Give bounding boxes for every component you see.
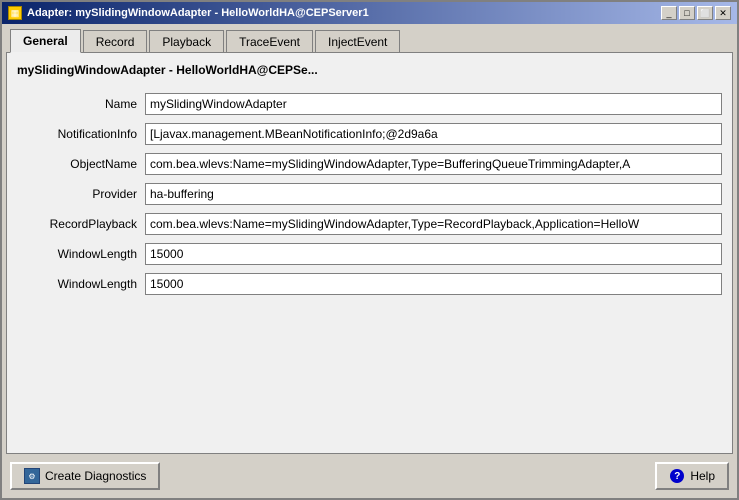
input-objectname[interactable]: com.bea.wlevs:Name=mySlidingWindowAdapte… bbox=[145, 153, 722, 175]
form-area: Name mySlidingWindowAdapter Notification… bbox=[17, 93, 722, 443]
input-notificationinfo[interactable]: [Ljavax.management.MBeanNotificationInfo… bbox=[145, 123, 722, 145]
form-row-objectname: ObjectName com.bea.wlevs:Name=mySlidingW… bbox=[17, 153, 722, 175]
tab-playback[interactable]: Playback bbox=[149, 30, 224, 53]
label-objectname: ObjectName bbox=[17, 157, 137, 171]
input-provider[interactable]: ha-buffering bbox=[145, 183, 722, 205]
diagnostics-icon: ⚙ bbox=[24, 468, 40, 484]
main-window: ▦ Adapter: mySlidingWindowAdapter - Hell… bbox=[0, 0, 739, 500]
form-row-name: Name mySlidingWindowAdapter bbox=[17, 93, 722, 115]
maximize-button[interactable]: ⬜ bbox=[697, 6, 713, 20]
form-row-recordplayback: RecordPlayback com.bea.wlevs:Name=mySlid… bbox=[17, 213, 722, 235]
input-name[interactable]: mySlidingWindowAdapter bbox=[145, 93, 722, 115]
title-bar-left: ▦ Adapter: mySlidingWindowAdapter - Hell… bbox=[8, 6, 369, 20]
help-label: Help bbox=[690, 469, 715, 483]
label-windowlength2: WindowLength bbox=[17, 277, 137, 291]
help-icon: ? bbox=[669, 468, 685, 484]
title-buttons: _ □ ⬜ ✕ bbox=[661, 6, 731, 20]
label-windowlength1: WindowLength bbox=[17, 247, 137, 261]
window-icon: ▦ bbox=[8, 6, 22, 20]
input-windowlength1[interactable]: 15000 bbox=[145, 243, 722, 265]
window-title: Adapter: mySlidingWindowAdapter - HelloW… bbox=[27, 7, 369, 19]
label-recordplayback: RecordPlayback bbox=[17, 217, 137, 231]
tab-bar: General Record Playback TraceEvent Injec… bbox=[6, 28, 733, 52]
form-row-windowlength2: WindowLength 15000 bbox=[17, 273, 722, 295]
create-diagnostics-button[interactable]: ⚙ Create Diagnostics bbox=[10, 462, 160, 490]
content-title: mySlidingWindowAdapter - HelloWorldHA@CE… bbox=[17, 63, 722, 77]
input-recordplayback[interactable]: com.bea.wlevs:Name=mySlidingWindowAdapte… bbox=[145, 213, 722, 235]
label-name: Name bbox=[17, 97, 137, 111]
bottom-bar: ⚙ Create Diagnostics ? Help bbox=[6, 454, 733, 494]
help-button[interactable]: ? Help bbox=[655, 462, 729, 490]
input-windowlength2[interactable]: 15000 bbox=[145, 273, 722, 295]
label-notificationinfo: NotificationInfo bbox=[17, 127, 137, 141]
tab-traceevent[interactable]: TraceEvent bbox=[226, 30, 313, 53]
help-circle-icon: ? bbox=[670, 469, 684, 483]
minimize-button[interactable]: _ bbox=[661, 6, 677, 20]
title-bar: ▦ Adapter: mySlidingWindowAdapter - Hell… bbox=[2, 2, 737, 24]
tab-general[interactable]: General bbox=[10, 29, 81, 53]
close-button[interactable]: ✕ bbox=[715, 6, 731, 20]
tab-content: mySlidingWindowAdapter - HelloWorldHA@CE… bbox=[6, 52, 733, 454]
restore-button[interactable]: □ bbox=[679, 6, 695, 20]
label-provider: Provider bbox=[17, 187, 137, 201]
form-row-notificationinfo: NotificationInfo [Ljavax.management.MBea… bbox=[17, 123, 722, 145]
form-row-provider: Provider ha-buffering bbox=[17, 183, 722, 205]
tab-injectevent[interactable]: InjectEvent bbox=[315, 30, 400, 53]
form-row-windowlength1: WindowLength 15000 bbox=[17, 243, 722, 265]
create-diagnostics-label: Create Diagnostics bbox=[45, 469, 146, 483]
window-body: General Record Playback TraceEvent Injec… bbox=[2, 24, 737, 498]
tab-record[interactable]: Record bbox=[83, 30, 148, 53]
